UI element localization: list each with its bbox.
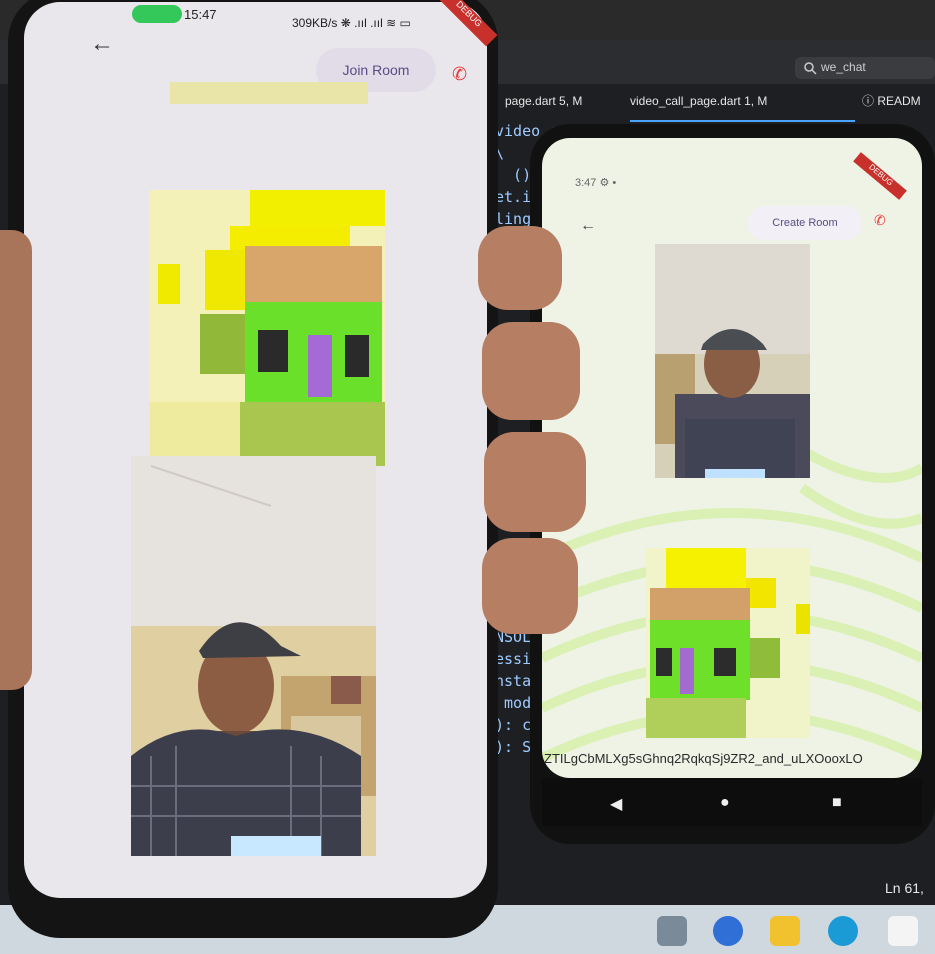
create-room-button[interactable]: Create Room bbox=[748, 206, 862, 240]
editor-status-line: Ln 61, bbox=[885, 880, 924, 896]
status-time-large: 15:47 bbox=[184, 7, 217, 22]
phone-icon[interactable]: ✆ bbox=[452, 64, 467, 85]
status-network: 309KB/s ❋ .ııl .ııl ≋ ▭ bbox=[292, 16, 411, 30]
search-text: we_chat bbox=[821, 60, 866, 74]
room-id-placeholder bbox=[170, 82, 368, 104]
store-icon[interactable] bbox=[888, 916, 918, 946]
room-id-text[interactable]: ZTILgCbMLXg5sGhnq2RqkqSj9ZR2_and_uLXOoox… bbox=[544, 751, 924, 766]
back-arrow-icon[interactable]: ← bbox=[90, 30, 114, 58]
meet-icon[interactable] bbox=[713, 916, 743, 946]
editor-tab-readme[interactable]: ⓘ READM bbox=[862, 88, 935, 120]
finger-4 bbox=[482, 538, 578, 634]
nav-home-icon[interactable]: ● bbox=[720, 794, 730, 812]
hand-thumb bbox=[0, 230, 32, 690]
finger-2 bbox=[482, 322, 580, 420]
phone-icon[interactable]: ✆ bbox=[874, 212, 886, 229]
edge-icon[interactable] bbox=[828, 916, 858, 946]
remote-video-feed-large bbox=[131, 456, 376, 856]
call-status-badge bbox=[132, 5, 182, 23]
editor-search-box[interactable]: we_chat bbox=[795, 57, 935, 79]
back-arrow-icon[interactable]: ← bbox=[580, 217, 596, 235]
nav-recents-icon[interactable]: ■ bbox=[832, 794, 842, 812]
local-avatar-large bbox=[150, 190, 385, 466]
finger-1 bbox=[478, 226, 562, 310]
file-explorer-icon[interactable] bbox=[770, 916, 800, 946]
editor-tab-video-call-page[interactable]: video_call_page.dart 1, M bbox=[630, 88, 855, 122]
nav-back-icon[interactable]: ◀ bbox=[610, 794, 622, 814]
remote-video-feed-small bbox=[655, 244, 810, 478]
android-nav-bar bbox=[542, 778, 922, 826]
search-icon bbox=[804, 62, 817, 75]
status-time-small: 3:47 ⚙ • bbox=[575, 177, 617, 189]
local-avatar-small bbox=[646, 548, 810, 738]
editor-tab-page[interactable]: page.dart 5, M bbox=[505, 88, 625, 120]
finger-3 bbox=[484, 432, 586, 532]
task-view-icon[interactable] bbox=[657, 916, 687, 946]
